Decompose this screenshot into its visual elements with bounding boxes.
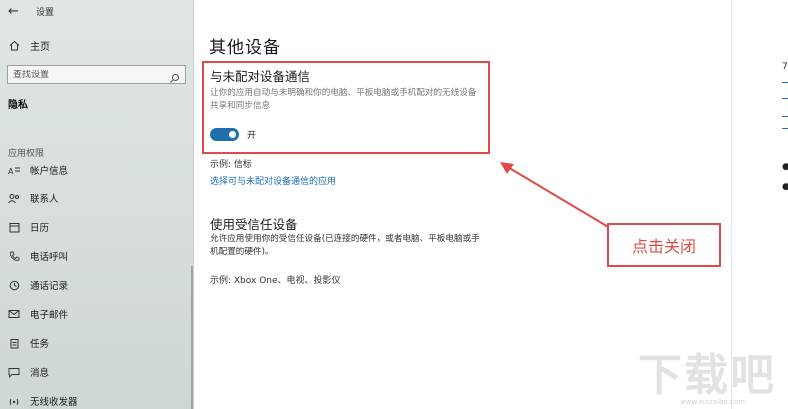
- page-title: 其他设备: [209, 38, 281, 58]
- sidebar-item-email[interactable]: 电子邮件: [0, 304, 193, 324]
- sidebar-item-label: 通话记录: [30, 281, 69, 292]
- sidebar-item-label: 联系人: [30, 194, 59, 205]
- search-box[interactable]: [7, 65, 186, 84]
- annotation-highlight-box: [202, 61, 490, 154]
- edge-link-fragment[interactable]: [782, 128, 788, 129]
- help-icon[interactable]: ●: [782, 162, 788, 172]
- app-title: 设置: [36, 8, 55, 18]
- email-icon: [8, 308, 20, 320]
- call-history-icon: [8, 279, 20, 291]
- watermark-logo: 下载吧: [638, 350, 776, 401]
- sidebar-item-label: 无线收发器: [30, 397, 78, 408]
- sidebar-item-label: 电话呼叫: [30, 252, 69, 263]
- home-icon: [8, 40, 20, 52]
- annotation-arrow: [500, 162, 611, 229]
- svg-text:A: A: [8, 167, 14, 176]
- sidebar-item-call-history[interactable]: 通话记录: [0, 275, 193, 295]
- sidebar-scrollbar[interactable]: [191, 266, 193, 409]
- unpaired-devices-example: 示例: 信标: [210, 160, 252, 170]
- messaging-icon: [8, 366, 20, 378]
- search-input[interactable]: [13, 69, 163, 80]
- contacts-icon: [8, 192, 20, 204]
- trusted-devices-description: 允许应用使用你的受信任设备(已连接的硬件，或者电脑、平板电脑或手机配置的硬件)。: [210, 234, 480, 257]
- app-permissions-label: 应用权限: [8, 149, 45, 159]
- sidebar-item-phone[interactable]: 电话呼叫: [0, 246, 193, 266]
- radios-icon: [8, 395, 20, 407]
- search-icon[interactable]: [169, 69, 180, 83]
- sidebar-item-label: 帐户信息: [30, 166, 69, 177]
- edge-link-fragment[interactable]: [782, 82, 788, 83]
- sidebar-item-label: 日历: [30, 223, 50, 234]
- tasks-icon: [8, 337, 20, 349]
- feedback-icon[interactable]: ●: [782, 182, 788, 192]
- sidebar-item-home[interactable]: 主页: [8, 38, 50, 53]
- trusted-devices-example: 示例: Xbox One、电视、投影仪: [210, 276, 341, 286]
- title-bar: ← 设置: [8, 4, 54, 19]
- account-info-icon: A: [8, 164, 20, 176]
- sidebar-item-label: 任务: [30, 339, 50, 350]
- annotation-callout: 点击关闭: [607, 223, 721, 267]
- sidebar-item-label: 主页: [30, 42, 50, 53]
- calendar-icon: [8, 221, 20, 233]
- privacy-heading: 隐私: [8, 100, 28, 111]
- edge-link-fragment[interactable]: [782, 98, 788, 99]
- sidebar-item-label: 电子邮件: [30, 310, 69, 321]
- back-arrow-icon[interactable]: ←: [8, 4, 22, 19]
- edge-link-fragment[interactable]: [782, 116, 788, 117]
- sidebar-item-messaging[interactable]: 消息: [0, 362, 193, 382]
- edge-glyph: 7: [782, 62, 788, 72]
- sidebar-item-contacts[interactable]: 联系人: [0, 188, 193, 208]
- sidebar-item-radios[interactable]: 无线收发器: [0, 391, 193, 409]
- sidebar-item-calendar[interactable]: 日历: [0, 217, 193, 237]
- trusted-devices-heading: 使用受信任设备: [210, 217, 298, 232]
- phone-icon: [8, 250, 20, 262]
- watermark-url: www.xiazaiba.com: [680, 398, 745, 406]
- sidebar-item-tasks[interactable]: 任务: [0, 333, 193, 353]
- sidebar: ← 设置 主页 隐私 应用权限 A 帐户信息 联系人: [0, 0, 194, 409]
- choose-apps-link[interactable]: 选择可与未配对设备通信的应用: [210, 174, 336, 187]
- sidebar-item-account-info[interactable]: A 帐户信息: [0, 160, 193, 180]
- sidebar-item-label: 消息: [30, 368, 50, 379]
